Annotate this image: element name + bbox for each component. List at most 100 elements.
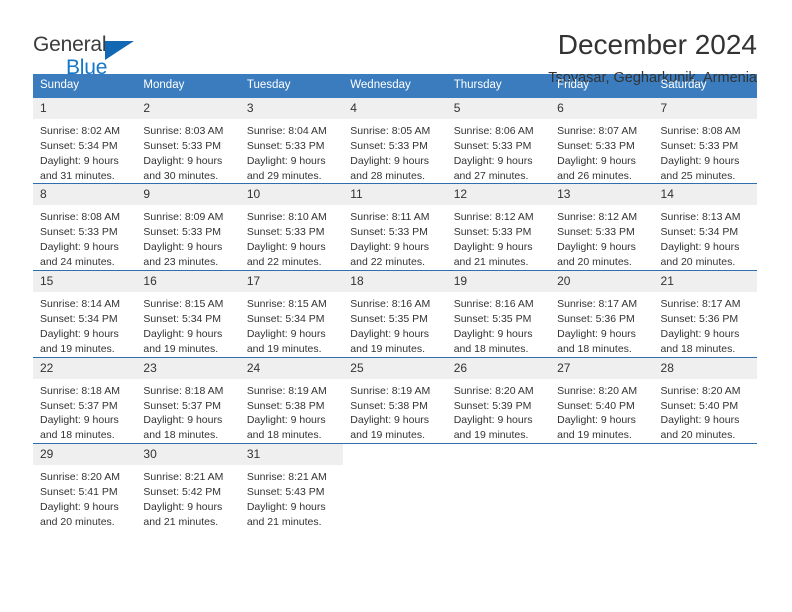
- daylight-duration-line1: Daylight: 9 hours: [453, 154, 533, 167]
- sunrise-time: Sunrise: 8:19 AM: [246, 384, 327, 397]
- calendar-day-cell[interactable]: 12 Sunrise: 8:12 AM Sunset: 5:33 PM Dayligh…: [446, 184, 551, 270]
- calendar-week-cells: 8 Sunrise: 8:08 AM Sunset: 5:33 PM Daylight…: [33, 184, 757, 270]
- calendar-day-cell[interactable]: 17 Sunrise: 8:15 AM Sunset: 5:34 PM Dayligh…: [239, 271, 344, 357]
- calendar-week-row: 29 Sunrise: 8:20 AM Sunset: 5:41 PM Dayligh…: [33, 443, 757, 530]
- day-number: 2: [136, 97, 240, 119]
- weekday-header-tuesday: Tuesday: [246, 79, 291, 91]
- calendar-day-cell[interactable]: 16 Sunrise: 8:15 AM Sunset: 5:34 PM Dayligh…: [136, 271, 240, 357]
- sunrise-time: Sunrise: 8:09 AM: [143, 211, 224, 224]
- calendar-day-cell[interactable]: 13 Sunrise: 8:12 AM Sunset: 5:33 PM Dayligh…: [550, 184, 654, 270]
- day-number: 20: [550, 271, 654, 293]
- calendar-day-cell[interactable]: 19 Sunrise: 8:16 AM Sunset: 5:35 PM Dayligh…: [446, 271, 551, 357]
- sunset-time: Sunset: 5:38 PM: [246, 399, 325, 412]
- daylight-duration-line2: and 23 minutes.: [143, 256, 219, 269]
- day-number: 22: [33, 357, 137, 379]
- calendar-week-row: 8 Sunrise: 8:08 AM Sunset: 5:33 PM Daylight…: [33, 183, 757, 270]
- day-number: 27: [550, 357, 654, 379]
- calendar-day-cell[interactable]: 18 Sunrise: 8:16 AM Sunset: 5:35 PM Dayligh…: [343, 271, 447, 357]
- day-detail: Sunrise: 8:13 AM Sunset: 5:34 PM Daylight:…: [654, 205, 757, 270]
- calendar-week-cells: 22 Sunrise: 8:18 AM Sunset: 5:37 PM Dayligh…: [33, 357, 757, 444]
- day-detail: Sunrise: 8:16 AM Sunset: 5:35 PM Daylight:…: [343, 292, 446, 357]
- daylight-duration-line2: and 19 minutes.: [350, 342, 425, 355]
- sunrise-time: Sunrise: 8:12 AM: [453, 211, 534, 224]
- calendar-day-cell[interactable]: 24 Sunrise: 8:19 AM Sunset: 5:38 PM Dayligh…: [239, 357, 344, 444]
- day-detail: Sunrise: 8:21 AM Sunset: 5:43 PM Daylight:…: [240, 465, 343, 530]
- calendar-day-cell[interactable]: 23 Sunrise: 8:18 AM Sunset: 5:37 PM Dayligh…: [136, 357, 240, 444]
- daylight-duration-line2: and 29 minutes.: [246, 169, 322, 182]
- calendar-day-cell[interactable]: 30 Sunrise: 8:21 AM Sunset: 5:42 PM Dayligh…: [136, 444, 240, 530]
- weekday-header-thursday: Thursday: [453, 79, 502, 91]
- day-number: 15: [33, 271, 137, 293]
- general-blue-logo[interactable]: General Blue: [33, 30, 163, 78]
- sunset-time: Sunset: 5:37 PM: [143, 399, 222, 412]
- daylight-duration-line1: Daylight: 9 hours: [246, 414, 326, 427]
- daylight-duration-line2: and 18 minutes.: [143, 429, 219, 442]
- calendar-day-cell[interactable]: 22 Sunrise: 8:18 AM Sunset: 5:37 PM Dayligh…: [33, 357, 137, 444]
- calendar-day-cell[interactable]: 28 Sunrise: 8:20 AM Sunset: 5:40 PM Dayligh…: [653, 357, 757, 444]
- calendar-day-cell[interactable]: 10 Sunrise: 8:10 AM Sunset: 5:33 PM Dayligh…: [239, 184, 344, 270]
- day-detail: Sunrise: 8:14 AM Sunset: 5:34 PM Daylight:…: [33, 292, 136, 357]
- calendar-day-cell[interactable]: 20 Sunrise: 8:17 AM Sunset: 5:36 PM Dayligh…: [550, 271, 654, 357]
- daylight-duration-line2: and 21 minutes.: [246, 516, 322, 529]
- sunrise-time: Sunrise: 8:20 AM: [557, 384, 638, 397]
- day-number: 14: [653, 184, 757, 206]
- sunset-time: Sunset: 5:42 PM: [143, 486, 222, 499]
- weekday-header-wednesday: Wednesday: [350, 79, 411, 91]
- day-detail: Sunrise: 8:12 AM Sunset: 5:33 PM Daylight:…: [447, 205, 550, 270]
- calendar-day-cell[interactable]: 14 Sunrise: 8:13 AM Sunset: 5:34 PM Dayligh…: [653, 184, 757, 270]
- calendar-week-cells: 15 Sunrise: 8:14 AM Sunset: 5:34 PM Dayligh…: [33, 271, 757, 357]
- daylight-duration-line1: Daylight: 9 hours: [40, 154, 119, 167]
- sunset-time: Sunset: 5:33 PM: [350, 226, 428, 239]
- day-detail: Sunrise: 8:10 AM Sunset: 5:33 PM Daylight:…: [240, 205, 343, 270]
- day-number: [343, 444, 446, 463]
- calendar-day-cell[interactable]: 5 Sunrise: 8:06 AM Sunset: 5:33 PM Daylight…: [446, 97, 551, 184]
- sunset-time: Sunset: 5:43 PM: [246, 486, 325, 499]
- calendar-day-cell-empty: [447, 444, 550, 530]
- calendar-day-cell[interactable]: 15 Sunrise: 8:14 AM Sunset: 5:34 PM Dayligh…: [33, 271, 137, 357]
- day-number: 4: [343, 97, 447, 119]
- day-number: 13: [550, 184, 654, 206]
- day-detail: Sunrise: 8:17 AM Sunset: 5:36 PM Daylight:…: [654, 292, 757, 357]
- day-detail: Sunrise: 8:12 AM Sunset: 5:33 PM Daylight:…: [550, 205, 653, 270]
- day-number: 6: [550, 97, 654, 119]
- day-number: 16: [136, 271, 240, 293]
- calendar-day-cell[interactable]: 11 Sunrise: 8:11 AM Sunset: 5:33 PM Dayligh…: [343, 184, 447, 270]
- calendar-day-cell[interactable]: 2 Sunrise: 8:03 AM Sunset: 5:33 PM Daylight…: [136, 97, 240, 184]
- calendar-day-cell[interactable]: 7 Sunrise: 8:08 AM Sunset: 5:33 PM Daylight…: [653, 97, 757, 184]
- day-detail: Sunrise: 8:06 AM Sunset: 5:33 PM Daylight:…: [447, 119, 550, 184]
- calendar-day-cell[interactable]: 1 Sunrise: 8:02 AM Sunset: 5:34 PM Daylight…: [33, 97, 137, 184]
- daylight-duration-line1: Daylight: 9 hours: [40, 414, 119, 427]
- calendar-day-cell[interactable]: 4 Sunrise: 8:05 AM Sunset: 5:33 PM Daylight…: [343, 97, 447, 184]
- daylight-duration-line2: and 18 minutes.: [557, 342, 632, 355]
- sunrise-time: Sunrise: 8:21 AM: [143, 471, 224, 484]
- calendar-day-cell[interactable]: 3 Sunrise: 8:04 AM Sunset: 5:33 PM Daylight…: [239, 97, 344, 184]
- calendar-day-cell[interactable]: 21 Sunrise: 8:17 AM Sunset: 5:36 PM Dayligh…: [653, 271, 757, 357]
- calendar-day-cell[interactable]: 29 Sunrise: 8:20 AM Sunset: 5:41 PM Dayligh…: [33, 444, 137, 530]
- day-detail: Sunrise: 8:20 AM Sunset: 5:41 PM Daylight:…: [33, 465, 136, 530]
- daylight-duration-line2: and 31 minutes.: [40, 169, 115, 182]
- sunset-time: Sunset: 5:34 PM: [246, 312, 325, 325]
- day-detail: Sunrise: 8:02 AM Sunset: 5:34 PM Daylight:…: [33, 119, 136, 184]
- daylight-duration-line2: and 18 minutes.: [246, 429, 322, 442]
- calendar-day-cell[interactable]: 8 Sunrise: 8:08 AM Sunset: 5:33 PM Daylight…: [33, 184, 137, 270]
- calendar-day-cell[interactable]: 6 Sunrise: 8:07 AM Sunset: 5:33 PM Daylight…: [550, 97, 654, 184]
- calendar-day-cell-empty: [343, 444, 446, 530]
- daylight-duration-line1: Daylight: 9 hours: [557, 414, 636, 427]
- daylight-duration-line2: and 19 minutes.: [350, 429, 425, 442]
- daylight-duration-line1: Daylight: 9 hours: [660, 241, 740, 254]
- daylight-duration-line2: and 19 minutes.: [40, 342, 115, 355]
- sunset-time: Sunset: 5:33 PM: [143, 139, 222, 152]
- daylight-duration-line1: Daylight: 9 hours: [143, 327, 223, 340]
- day-number: [654, 444, 757, 463]
- sunrise-time: Sunrise: 8:19 AM: [350, 384, 431, 397]
- day-number: 18: [343, 271, 447, 293]
- day-number: 3: [239, 97, 344, 119]
- calendar-day-cell[interactable]: 9 Sunrise: 8:09 AM Sunset: 5:33 PM Daylight…: [136, 184, 240, 270]
- sunset-time: Sunset: 5:40 PM: [660, 399, 739, 412]
- daylight-duration-line1: Daylight: 9 hours: [246, 154, 326, 167]
- calendar-day-cell[interactable]: 27 Sunrise: 8:20 AM Sunset: 5:40 PM Dayligh…: [550, 357, 654, 444]
- calendar-day-cell[interactable]: 25 Sunrise: 8:19 AM Sunset: 5:38 PM Dayligh…: [343, 357, 447, 444]
- calendar-day-cell[interactable]: 31 Sunrise: 8:21 AM Sunset: 5:43 PM Dayligh…: [239, 444, 344, 530]
- sunset-time: Sunset: 5:33 PM: [557, 226, 635, 239]
- calendar-day-cell[interactable]: 26 Sunrise: 8:20 AM Sunset: 5:39 PM Dayligh…: [446, 357, 551, 444]
